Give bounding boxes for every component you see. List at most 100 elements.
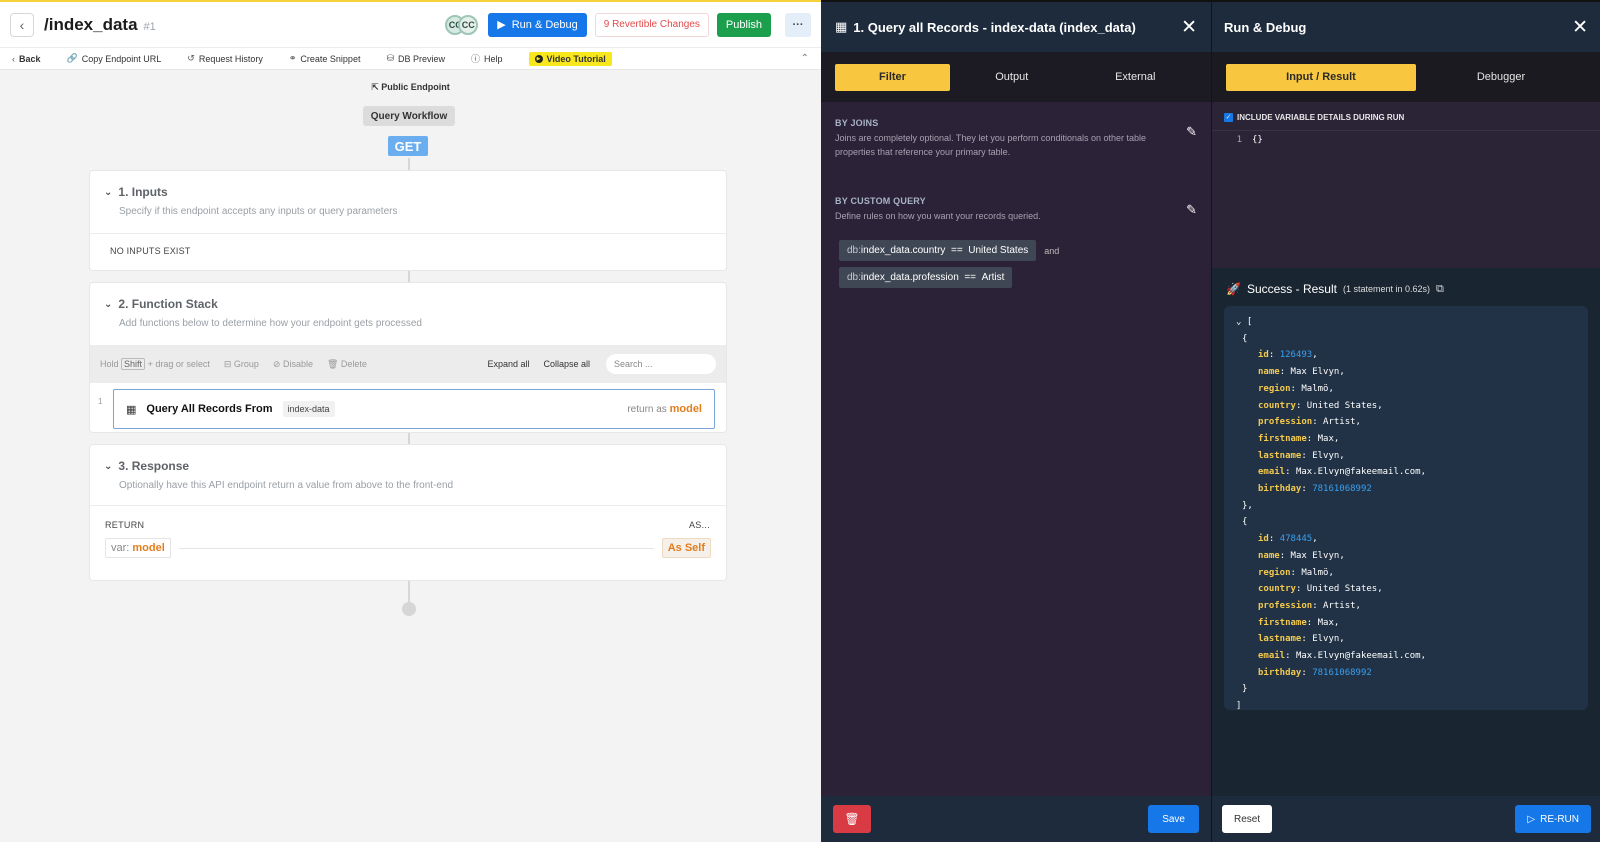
play-outline-icon: ▷ (1527, 813, 1536, 825)
editor-content: {} (1252, 135, 1263, 145)
table-icon: ▦ (126, 403, 137, 416)
json-value: 78161068992 (1312, 667, 1372, 678)
run-debug-tabs: Input / Result Debugger (1212, 52, 1600, 102)
chevron-down-icon[interactable]: ⌄ (1236, 317, 1241, 327)
condition-prefix: db: (847, 245, 861, 256)
json-value: Artist (1323, 600, 1356, 611)
public-endpoint-text: Public Endpoint (381, 82, 450, 92)
back-chevron-icon[interactable]: ‹ (10, 12, 34, 37)
inputs-title[interactable]: ⌄ 1. Inputs (104, 185, 712, 199)
json-value: Artist (1323, 417, 1356, 428)
inputs-card: ⌄ 1. Inputs Specify if this endpoint acce… (89, 170, 727, 271)
condition-value: United States (968, 245, 1029, 256)
table-name-tag: index-data (282, 401, 335, 417)
return-as-label: return as model (627, 403, 702, 415)
tab-output[interactable]: Output (950, 64, 1074, 91)
chevron-up-icon[interactable]: ⌃ (801, 53, 809, 64)
copy-endpoint-url-link[interactable]: 🔗 Copy Endpoint URL (67, 53, 162, 64)
tab-filter[interactable]: Filter (835, 63, 950, 91)
function-stack-title[interactable]: ⌄ 2. Function Stack (104, 297, 712, 311)
run-debug-title: Run & Debug (1224, 19, 1307, 35)
query-all-records-step[interactable]: ▦ Query All Records From index-data retu… (113, 389, 715, 429)
drag-text: + drag or select (147, 359, 210, 369)
help-link[interactable]: ⓘ Help (471, 52, 503, 65)
as-label: AS... (688, 520, 710, 530)
trash-icon: 🗑 (844, 812, 860, 826)
avatar[interactable]: CC (458, 14, 479, 35)
close-icon[interactable]: ✕ (1572, 16, 1588, 39)
publish-button[interactable]: Publish (716, 12, 771, 37)
table-icon: ▦ (835, 19, 848, 34)
query-panel-title: 1. Query all Records - index-data (index… (853, 19, 1136, 35)
db-preview-link[interactable]: ⛁ DB Preview (386, 53, 445, 64)
condition-value: Artist (981, 272, 1005, 283)
condition-chip[interactable]: db:index_data.profession == Artist (839, 267, 1013, 288)
history-icon: ↺ (187, 53, 195, 63)
return-var-name: model (669, 403, 702, 415)
request-history-link[interactable]: ↺ Request History (187, 53, 263, 64)
run-debug-button[interactable]: ▶ Run & Debug (488, 12, 587, 37)
video-tutorial-button[interactable]: ▶ Video Tutorial (528, 51, 612, 66)
json-close-brace: } (1242, 684, 1248, 695)
condition-chip[interactable]: db:index_data.country == United States (839, 240, 1037, 261)
expand-all-button[interactable]: Expand all (487, 359, 529, 369)
condition-joiner[interactable]: and (1044, 246, 1059, 256)
json-input-editor[interactable]: 1 {} (1212, 130, 1600, 256)
http-method-badge[interactable]: GET (388, 136, 428, 156)
var-name: model (132, 542, 165, 554)
external-link-icon: ⇱ (371, 82, 382, 92)
hold-hint: Hold Shift + drag or select (100, 358, 210, 370)
rerun-button[interactable]: ▷ RE-RUN (1515, 805, 1591, 833)
endpoint-id-badge: #1 (143, 20, 156, 33)
json-value: Elvyn (1312, 450, 1340, 461)
tab-external[interactable]: External (1074, 64, 1198, 91)
create-snippet-link[interactable]: ⚭ Create Snippet (289, 53, 361, 64)
more-options-button[interactable]: ··· (785, 12, 811, 37)
json-value: 78161068992 (1312, 484, 1372, 495)
help-label: Help (484, 53, 503, 64)
json-open-bracket: ⌄ [ (1236, 317, 1253, 327)
close-icon[interactable]: ✕ (1181, 16, 1197, 39)
include-variables-checkbox[interactable]: ✓ INCLUDE VARIABLE DETAILS DURING RUN (1212, 102, 1600, 122)
json-open-brace: { (1242, 333, 1248, 344)
response-subtitle: Optionally have this API endpoint return… (119, 480, 454, 491)
include-variables-label: INCLUDE VARIABLE DETAILS DURING RUN (1237, 112, 1405, 122)
query-tabs: Filter Output External (821, 52, 1211, 102)
json-value: Max.Elvyn@fakeemail.com (1295, 651, 1421, 662)
as-self-chip[interactable]: As Self (661, 538, 711, 558)
query-workflow-pill: Query Workflow (363, 106, 455, 126)
function-search-input[interactable]: Search ... (606, 354, 716, 374)
by-joins-section: BY JOINS Joins are completely optional. … (821, 102, 1211, 180)
edit-pencil-icon[interactable]: ✎ (1186, 124, 1197, 140)
response-title[interactable]: ⌄ 3. Response (104, 459, 712, 473)
back-link[interactable]: ‹ Back (12, 54, 41, 64)
inputs-title-text: 1. Inputs (118, 185, 168, 199)
group-label: Group (233, 358, 259, 369)
group-button[interactable]: ⊟ Group (224, 359, 259, 370)
tab-debugger[interactable]: Debugger (1416, 71, 1586, 83)
copy-icon[interactable]: ⧉ (1436, 283, 1444, 296)
by-joins-title: BY JOINS (835, 118, 879, 128)
reset-button[interactable]: Reset (1222, 805, 1273, 833)
json-open-brace: { (1242, 517, 1248, 528)
json-value: Max (1317, 617, 1334, 628)
collapse-all-button[interactable]: Collapse all (543, 359, 590, 369)
revertible-changes-button[interactable]: 9 Revertible Changes (594, 12, 709, 37)
top-bar: ‹ /index_data #1 CC CC ▶ Run & Debug 9 R… (0, 2, 821, 48)
result-title: Success - Result (1246, 282, 1337, 296)
disable-button[interactable]: ⊘ Disable (273, 359, 313, 370)
delete-button[interactable]: 🗑 Delete (327, 359, 367, 370)
condition-prefix: db: (847, 272, 861, 283)
delete-step-button[interactable]: 🗑 (833, 805, 871, 833)
tab-input-result[interactable]: Input / Result (1226, 63, 1416, 91)
connector-line (408, 432, 410, 444)
collaborator-avatars: CC CC (445, 14, 479, 35)
workflow-canvas: ⇱ Public Endpoint Query Workflow GET ⌄ 1.… (0, 70, 821, 842)
play-circle-icon: ▶ (534, 54, 543, 63)
return-variable-chip[interactable]: var: model (105, 538, 171, 558)
edit-pencil-icon[interactable]: ✎ (1186, 202, 1197, 218)
json-value: United States (1306, 400, 1378, 411)
save-button[interactable]: Save (1148, 805, 1199, 833)
chevron-down-icon: ⌄ (104, 298, 113, 310)
shift-key: Shift (121, 358, 146, 370)
